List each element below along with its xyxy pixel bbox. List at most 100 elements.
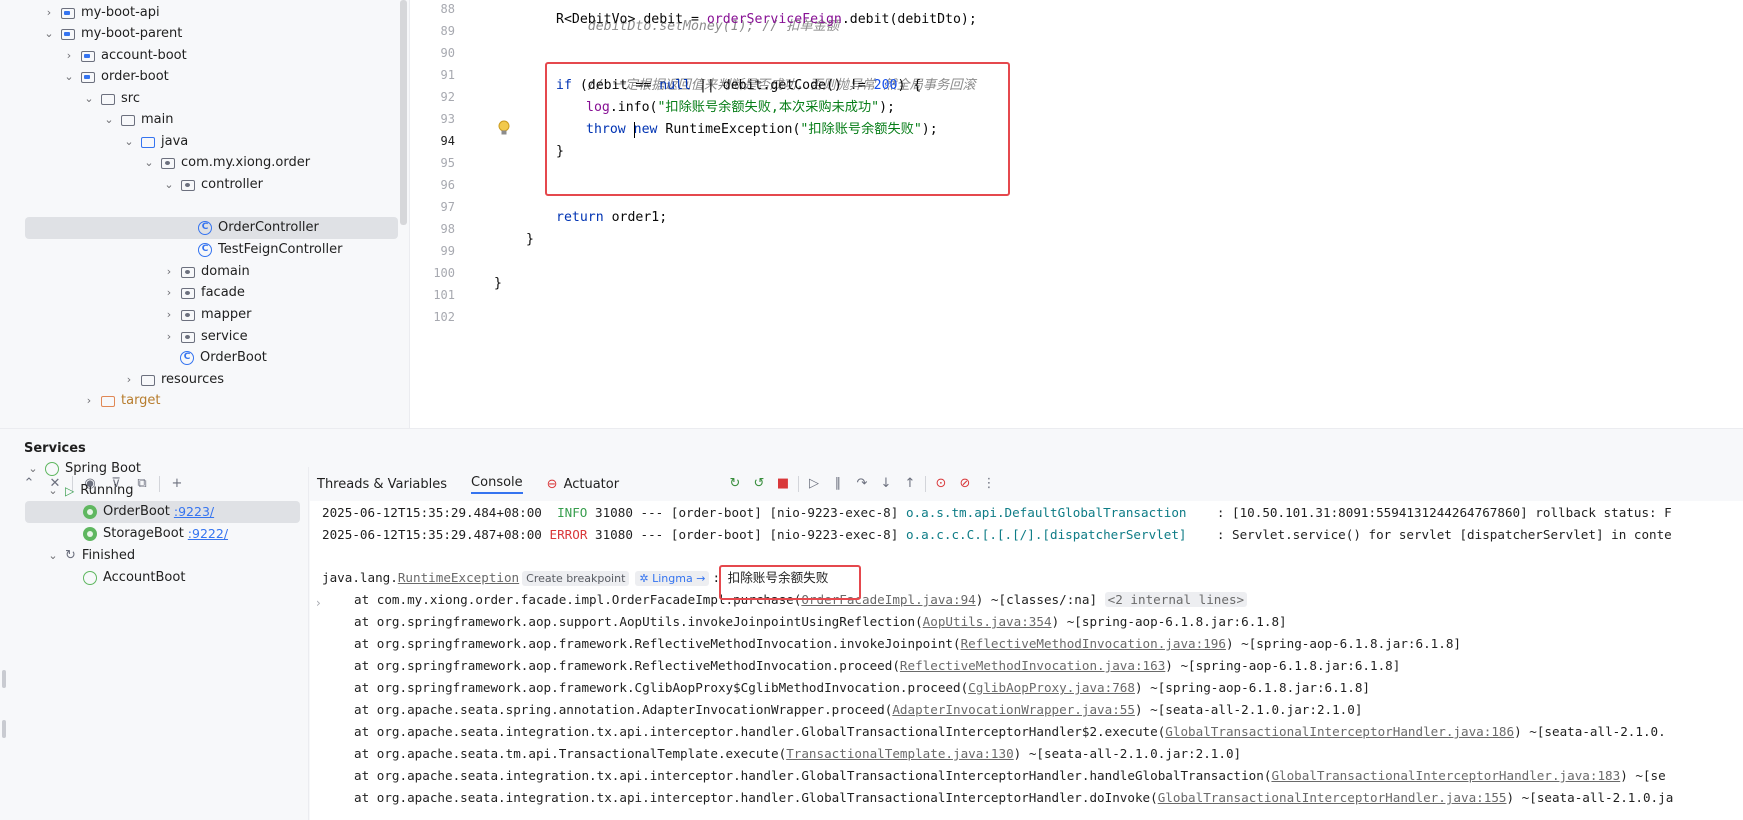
resume-icon[interactable]: ▷: [805, 475, 823, 493]
tab-threads-variables[interactable]: Threads & Variables: [317, 477, 447, 492]
chevron-down-icon[interactable]: ⌄: [143, 152, 155, 174]
chevron-right-icon[interactable]: ›: [83, 390, 95, 412]
chevron-right-icon[interactable]: ›: [163, 326, 175, 348]
line-number: 92: [440, 90, 455, 104]
line-number: 91: [440, 68, 455, 82]
restart-debug-icon[interactable]: ↺: [750, 475, 768, 493]
service-account-boot[interactable]: AccountBoot: [83, 567, 185, 589]
tree-item-service[interactable]: › service: [163, 326, 248, 348]
stop-icon[interactable]: ■: [774, 475, 792, 493]
step-into-icon[interactable]: ↓: [877, 475, 895, 493]
package-icon: [161, 157, 175, 169]
tree-item-resources[interactable]: › resources: [123, 369, 224, 391]
stack-frame: at org.apache.seata.integration.tx.api.i…: [354, 724, 1666, 739]
stack-frame: at org.springframework.aop.support.AopUt…: [354, 614, 1287, 629]
step-over-icon[interactable]: ↷: [853, 475, 871, 493]
service-order-boot[interactable]: OrderBoot :9223/: [25, 501, 300, 523]
tree-item-my-boot-parent[interactable]: ⌄ my-boot-parent: [43, 23, 182, 45]
rerun-icon[interactable]: ↻: [726, 475, 744, 493]
mute-breakpoints-icon[interactable]: ⊘: [956, 475, 974, 493]
service-group-finished[interactable]: ⌄ ↻ Finished: [47, 545, 135, 567]
fold-arrow-icon[interactable]: ›: [316, 596, 321, 610]
module-folder-icon: [61, 28, 75, 40]
tree-item-package-order[interactable]: ⌄ com.my.xiong.order: [143, 152, 310, 174]
tree-item-order-controller[interactable]: C OrderController: [25, 217, 398, 239]
package-icon: [181, 266, 195, 278]
chevron-down-icon[interactable]: ⌄: [163, 174, 175, 196]
tree-item-order-boot[interactable]: ⌄ order-boot: [63, 66, 168, 88]
chevron-down-icon[interactable]: ⌄: [63, 66, 75, 88]
tree-item-main[interactable]: ⌄ main: [103, 109, 173, 131]
highlight-box-code: [545, 62, 1010, 196]
chevron-down-icon[interactable]: ⌄: [123, 131, 135, 153]
log-line: 2025-06-12T15:35:29.484+08:00 INFO 31080…: [322, 505, 1672, 520]
line-number: 98: [440, 222, 455, 236]
tree-item-java[interactable]: ⌄ java: [123, 131, 188, 153]
chevron-down-icon[interactable]: ⌄: [103, 109, 115, 131]
line-number: 101: [433, 288, 455, 302]
tree-item-test-feign-controller[interactable]: C TestFeignController: [198, 239, 342, 261]
console-output[interactable]: 2025-06-12T15:35:29.484+08:00 INFO 31080…: [310, 501, 1743, 820]
tree-item-account-boot[interactable]: › account-boot: [63, 45, 187, 67]
chevron-down-icon[interactable]: ⌄: [43, 23, 55, 45]
tool-window-marker[interactable]: [2, 720, 6, 738]
code-line-89: R<DebitVo> debit = orderServiceFeign.deb…: [556, 12, 977, 27]
tree-item-target[interactable]: › target: [83, 390, 161, 412]
service-port-link[interactable]: :9223/: [174, 501, 214, 523]
chevron-down-icon[interactable]: ⌄: [83, 88, 95, 110]
service-group-spring-boot[interactable]: ⌄ Spring Boot: [27, 458, 141, 480]
source-folder-icon: [141, 136, 155, 148]
panel-divider[interactable]: [308, 467, 309, 820]
add-service-icon[interactable]: +: [168, 475, 186, 493]
chevron-down-icon[interactable]: ⌄: [47, 480, 59, 502]
chevron-right-icon[interactable]: ›: [163, 282, 175, 304]
lingma-hint[interactable]: ✲ Lingma →: [635, 571, 710, 586]
tool-window-marker[interactable]: [2, 670, 6, 688]
tree-item-my-boot-api[interactable]: › my-boot-api: [43, 2, 160, 24]
stack-frame: at org.apache.seata.integration.tx.api.i…: [354, 768, 1666, 783]
log-line: 2025-06-12T15:35:29.487+08:00 ERROR 3108…: [322, 527, 1672, 542]
chevron-right-icon[interactable]: ›: [123, 369, 135, 391]
chevron-right-icon[interactable]: ›: [163, 261, 175, 283]
tree-item-domain[interactable]: › domain: [163, 261, 250, 283]
more-options-icon[interactable]: ⋮: [980, 475, 998, 493]
service-group-running[interactable]: ⌄ ▷ Running: [47, 480, 133, 502]
tab-actuator[interactable]: ⊖ Actuator: [547, 477, 619, 492]
service-storage-boot[interactable]: StorageBoot :9222/: [83, 523, 228, 545]
highlight-box-exception: [719, 565, 861, 600]
tree-item-order-boot-class[interactable]: C OrderBoot: [180, 347, 267, 369]
chevron-down-icon[interactable]: ⌄: [27, 458, 39, 480]
services-panel: Services ⌃ ✕ ◉ ⊽ ⧉ + ⌄ Spring Boot ⌄ ▷ R…: [0, 428, 1743, 820]
tree-item-controller[interactable]: ⌄ controller: [163, 174, 263, 196]
chevron-right-icon[interactable]: ›: [43, 2, 55, 24]
excluded-folder-icon: [101, 395, 115, 407]
stack-frame: at org.springframework.aop.framework.Cgl…: [354, 680, 1371, 695]
tree-scrollbar[interactable]: [400, 0, 407, 225]
line-number: 90: [440, 46, 455, 60]
stack-frame: at org.springframework.aop.framework.Ref…: [354, 658, 1401, 673]
tree-item-src[interactable]: ⌄ src: [83, 88, 140, 110]
chevron-right-icon[interactable]: ›: [163, 304, 175, 326]
rerun-icon: ↻: [65, 548, 76, 563]
step-out-icon[interactable]: ↑: [901, 475, 919, 493]
line-number: 95: [440, 156, 455, 170]
code-line-98: return order1;: [556, 210, 668, 225]
exception-class-link[interactable]: RuntimeException: [398, 570, 519, 585]
tree-item-mapper[interactable]: › mapper: [163, 304, 252, 326]
package-icon: [181, 179, 195, 191]
lightbulb-icon[interactable]: [497, 120, 511, 136]
service-port-link[interactable]: :9222/: [188, 523, 228, 545]
package-icon: [181, 309, 195, 321]
chevron-down-icon[interactable]: ⌄: [47, 545, 59, 567]
chevron-right-icon[interactable]: ›: [63, 45, 75, 67]
resources-folder-icon: [141, 374, 155, 386]
tab-console[interactable]: Console: [471, 475, 523, 494]
internal-lines-fold[interactable]: <2 internal lines>: [1104, 592, 1248, 607]
pause-icon[interactable]: ∥: [829, 475, 847, 493]
tree-item-facade[interactable]: › facade: [163, 282, 245, 304]
module-folder-icon: [81, 50, 95, 62]
toolbar-separator: [798, 476, 799, 492]
view-breakpoints-icon[interactable]: ⊙: [932, 475, 950, 493]
create-breakpoint-hint[interactable]: Create breakpoint: [522, 571, 630, 586]
line-number: 99: [440, 244, 455, 258]
